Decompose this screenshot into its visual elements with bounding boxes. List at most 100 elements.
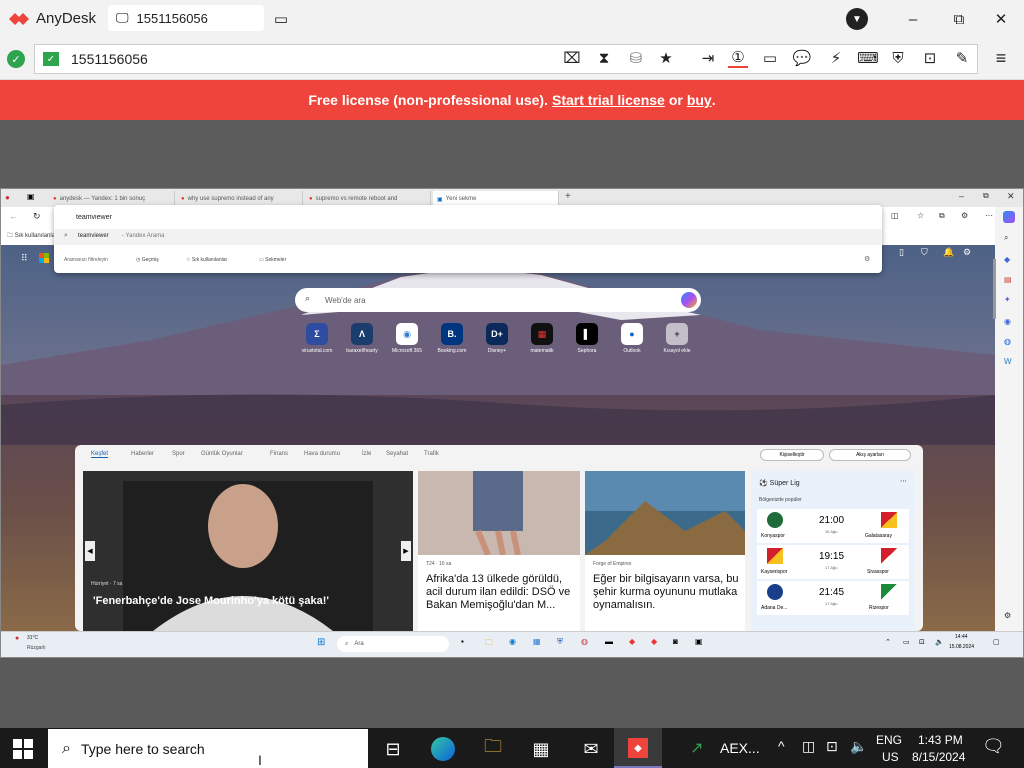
draw-pen-icon[interactable]: ✎ bbox=[952, 48, 972, 68]
carousel-next-icon[interactable]: ▶ bbox=[401, 541, 411, 561]
history-action[interactable]: ◷ Geçmiş bbox=[136, 257, 159, 263]
match-row[interactable]: Konyaspor 21:00 16 Ağu Galatasaray bbox=[757, 509, 909, 543]
remote-app2-icon[interactable]: ◆ bbox=[651, 637, 657, 646]
language-top[interactable]: ENG bbox=[876, 733, 902, 747]
shortcut-sephora[interactable]: ▌ Sephora bbox=[567, 323, 607, 354]
sidebar-word-icon[interactable]: W bbox=[1004, 357, 1012, 366]
file-transfer-icon[interactable]: ⇥ bbox=[698, 48, 718, 68]
remote-app3-icon[interactable]: ◙ bbox=[673, 637, 678, 646]
clock-date[interactable]: 8/15/2024 bbox=[912, 750, 965, 764]
extensions-icon[interactable]: ⚙ bbox=[961, 211, 968, 220]
feed-tab-kesfet[interactable]: Keşfet bbox=[91, 451, 109, 458]
minimize-icon[interactable]: – bbox=[902, 8, 924, 30]
personalize-button[interactable]: Kişiselleştir bbox=[760, 449, 824, 461]
mail-icon[interactable]: ✉ bbox=[576, 734, 606, 764]
stock-ticker[interactable]: AEX... bbox=[720, 740, 760, 756]
screen-icon[interactable]: ▭ bbox=[760, 48, 780, 68]
hourglass-icon[interactable]: ⧗ bbox=[594, 48, 614, 68]
record-icon[interactable]: ⊡ bbox=[920, 48, 940, 68]
feed-tab-gunluk-oyunlar[interactable]: Günlük Oyunlar bbox=[201, 451, 243, 457]
session-tab[interactable]: 🖵 1551156056 bbox=[108, 5, 264, 31]
windows-search-box[interactable]: ⌕ Type here to search bbox=[48, 729, 368, 768]
news-card-mourinho[interactable]: Hürriyet · 7 sa 'Fenerbahçe'de Jose Mour… bbox=[83, 471, 413, 631]
new-session-icon[interactable]: ▭ bbox=[270, 8, 292, 30]
sidebar-shopping-icon[interactable]: ▤ bbox=[1004, 275, 1012, 284]
monitor-one-icon[interactable]: ① bbox=[728, 48, 748, 68]
notifications-icon[interactable]: 🗨 bbox=[982, 736, 1005, 757]
notifications-icon[interactable]: 🔔 bbox=[943, 247, 954, 258]
actions-lightning-icon[interactable]: ⚡ bbox=[826, 48, 846, 68]
buy-link[interactable]: buy bbox=[687, 92, 712, 108]
network-icon[interactable]: ⊡ bbox=[826, 738, 838, 755]
remote-store-icon[interactable]: ▦ bbox=[533, 637, 541, 646]
windows-start-icon[interactable] bbox=[12, 738, 34, 760]
feed-tab-haberler[interactable]: Haberler bbox=[131, 451, 154, 457]
feed-tab-trafik[interactable]: Trafik bbox=[424, 451, 439, 457]
remote-network-icon[interactable]: ⊡ bbox=[919, 638, 925, 646]
copilot-icon[interactable] bbox=[681, 292, 697, 308]
sidebar-search-icon[interactable]: ⌕ bbox=[1004, 233, 1008, 243]
news-card-forge[interactable]: Forge of Empires Eğer bir bilgisayarın v… bbox=[585, 471, 745, 631]
database-icon[interactable]: ⛁ bbox=[626, 48, 646, 68]
volume-icon[interactable]: 🔈 bbox=[850, 738, 867, 755]
feed-tab-hava-durumu[interactable]: Hava durumu bbox=[304, 451, 340, 457]
language-bottom[interactable]: US bbox=[882, 750, 899, 764]
remote-minimize-icon[interactable]: – bbox=[959, 191, 964, 201]
remote-volume-icon[interactable]: 🔈 bbox=[935, 638, 944, 646]
super-lig-widget[interactable]: ⚽ Süper Lig ⋯ Bölgenizde popüler Konyasp… bbox=[751, 471, 915, 631]
refresh-icon[interactable]: ↻ bbox=[33, 211, 41, 222]
remote-search-box[interactable]: ⌕ Ara bbox=[337, 636, 449, 652]
tabs-action[interactable]: ▭ Sekmeler bbox=[259, 257, 286, 263]
remote-terminal-icon[interactable]: ▬ bbox=[605, 637, 613, 646]
restore-icon[interactable]: ⧉ bbox=[948, 8, 970, 30]
rewards-icon[interactable]: ⛉ bbox=[921, 247, 928, 258]
shortcut-booking[interactable]: B. Booking.com bbox=[432, 323, 472, 354]
remote-chrome-icon[interactable]: ◍ bbox=[581, 637, 588, 646]
feed-tab-finans[interactable]: Finans bbox=[270, 451, 288, 457]
feed-settings-button[interactable]: Akış ayarları bbox=[829, 449, 911, 461]
shortcut-matematik[interactable]: ▦ matematik bbox=[522, 323, 562, 354]
edge-icon[interactable] bbox=[428, 734, 458, 764]
favorites-action[interactable]: ☆ Sık kullanılanlar bbox=[186, 257, 227, 263]
remote-start-icon[interactable]: ⊞ bbox=[317, 637, 325, 648]
league-more-icon[interactable]: ⋯ bbox=[900, 477, 907, 485]
dropdown-settings-icon[interactable]: ⚙ bbox=[864, 255, 870, 263]
copilot-sidebar-icon[interactable] bbox=[1003, 211, 1015, 223]
shortcut-microsoft365[interactable]: ◉ Microsoft 365 bbox=[387, 323, 427, 354]
sidebar-settings-icon[interactable]: ⚙ bbox=[1004, 611, 1011, 620]
profile-icon[interactable]: ● bbox=[5, 193, 19, 203]
remote-scrollbar[interactable] bbox=[993, 259, 996, 319]
collections-icon[interactable]: ⧉ bbox=[939, 211, 945, 221]
remote-close-icon[interactable]: ✕ bbox=[1007, 191, 1015, 202]
feed-tab-spor[interactable]: Spor bbox=[172, 451, 185, 457]
tray-chevron-icon[interactable]: ^ bbox=[778, 738, 785, 754]
trial-license-link[interactable]: Start trial license bbox=[552, 92, 665, 108]
remote-tray-icon-1[interactable]: ▭ bbox=[903, 638, 910, 646]
task-view-icon[interactable]: ⊟ bbox=[378, 734, 408, 764]
shortcut-virustotal[interactable]: Σvirustotal.com bbox=[297, 323, 337, 354]
shortcut-baraxel[interactable]: Λbaraxel/hourly bbox=[342, 323, 382, 354]
split-screen-icon[interactable]: ◫ bbox=[891, 211, 899, 220]
search-input[interactable] bbox=[62, 209, 874, 225]
news-card-afrika[interactable]: T24 · 16 sa Afrika'da 13 ülkede görüldü,… bbox=[418, 471, 580, 631]
permissions-shield-icon[interactable]: ⛨ bbox=[888, 48, 908, 68]
shortcut-outlook[interactable]: ● Outlook bbox=[612, 323, 652, 354]
filter-search-label[interactable]: Aramanızı filtreleyin bbox=[64, 257, 108, 263]
display-settings-icon[interactable]: ⌧ bbox=[562, 48, 582, 68]
remote-explorer-icon[interactable]: 🗀 bbox=[485, 637, 493, 651]
sidebar-m365-icon[interactable]: ◉ bbox=[1004, 317, 1011, 326]
remote-app4-icon[interactable]: ▣ bbox=[695, 637, 703, 646]
store-icon[interactable]: ▦ bbox=[526, 734, 556, 764]
tray-device-icon[interactable]: ◫ bbox=[802, 738, 815, 755]
shortcut-disney[interactable]: D+ Disney+ bbox=[477, 323, 517, 354]
remote-taskview-icon[interactable]: ▪ bbox=[461, 637, 464, 646]
favorites-star-icon[interactable]: ☆ bbox=[917, 211, 924, 220]
mobile-icon[interactable]: ▯ bbox=[899, 247, 904, 258]
shortcut-add[interactable]: + Kısayol ekle bbox=[657, 323, 697, 354]
match-row[interactable]: Kayserispor 19:15 17 Ağu Sivasspor bbox=[757, 545, 909, 579]
anydesk-taskbar-button[interactable]: ◆ bbox=[614, 728, 662, 768]
sidebar-tools-icon[interactable]: ✦ bbox=[1004, 295, 1011, 304]
newtab-search-box[interactable]: ⌕ Web'de ara bbox=[295, 288, 701, 312]
remote-notification-icon[interactable]: ▢ bbox=[993, 638, 1000, 646]
menu-icon[interactable]: ≡ bbox=[990, 48, 1012, 68]
